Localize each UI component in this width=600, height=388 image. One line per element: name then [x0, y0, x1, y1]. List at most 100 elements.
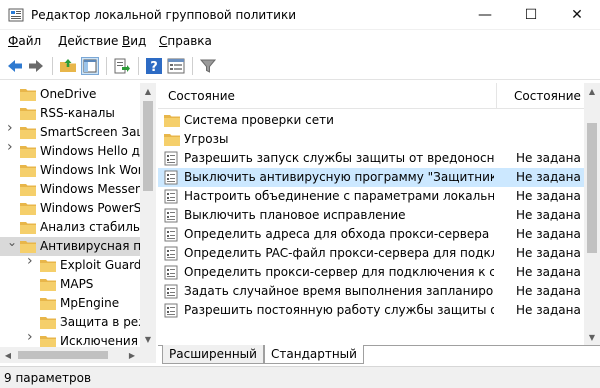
list-row[interactable]: Выключить антивирусную программу "Защитн…	[158, 168, 584, 187]
menu-file[interactable]: Файл	[8, 34, 41, 48]
tree-item-label: Windows PowerSh	[40, 201, 140, 215]
chevron-right-icon[interactable]: ›	[27, 256, 35, 268]
toolbar-separator	[52, 57, 53, 75]
list-row[interactable]: Разрешить постоянную работу службы защит…	[158, 301, 584, 320]
setting-name: Угрозы	[184, 132, 229, 146]
setting-state: Не задана	[516, 246, 581, 260]
scroll-down-arrow-icon[interactable]: ▼	[140, 331, 156, 347]
scroll-thumb[interactable]	[18, 351, 108, 359]
maximize-button[interactable]: ☐	[508, 0, 554, 30]
column-header-state[interactable]: Состояние	[514, 89, 581, 103]
scroll-thumb[interactable]	[587, 123, 597, 253]
column-header-name[interactable]: Состояние	[168, 89, 235, 103]
tree-pane[interactable]: OneDrive RSS-каналы › SmartScreen Защи › Wind…	[0, 83, 156, 363]
list-row[interactable]: Задать случайное время выполнения заплан…	[158, 282, 584, 301]
scroll-thumb[interactable]	[143, 101, 153, 191]
tree-item[interactable]: › SmartScreen Защи	[0, 123, 140, 142]
export-list-icon[interactable]	[113, 57, 131, 75]
minimize-icon: —	[478, 7, 492, 23]
chevron-right-icon[interactable]: ›	[7, 142, 15, 154]
list-row[interactable]: Система проверки сети	[158, 111, 584, 130]
maximize-icon: ☐	[524, 7, 538, 23]
toolbar-separator	[192, 57, 193, 75]
tree-item-label: Windows Messeng	[40, 182, 140, 196]
tree-horizontal-scrollbar[interactable]: ◀ ▶	[0, 347, 140, 363]
status-text: 9 параметров	[4, 371, 92, 385]
list-row[interactable]: Определить PAC-файл прокси-сервера для п…	[158, 244, 584, 263]
scroll-left-arrow-icon[interactable]: ◀	[0, 347, 16, 363]
scroll-up-arrow-icon[interactable]: ▲	[140, 83, 156, 99]
tree-item[interactable]: › Exploit Guard н	[0, 256, 140, 275]
list-vertical-scrollbar[interactable]: ▲ ▼	[584, 83, 600, 345]
tree-item[interactable]: Защита в реж	[0, 313, 140, 332]
setting-name: Определить прокси-сервер для подключения…	[184, 265, 494, 279]
list-row[interactable]: Определить адреса для обхода прокси-серв…	[158, 225, 584, 244]
help-icon[interactable]: ?	[145, 57, 163, 75]
tree-item[interactable]: › Windows Hello дл	[0, 142, 140, 161]
chevron-down-icon[interactable]: ⌄	[7, 237, 17, 248]
tree-item[interactable]: OneDrive	[0, 85, 140, 104]
setting-state: Не задана	[516, 303, 581, 317]
setting-name: Настроить объединение с параметрами лока…	[184, 189, 494, 203]
tree-item-label: Анализ стабильн	[40, 220, 140, 234]
policy-setting-icon	[164, 208, 178, 223]
tree-item[interactable]: Анализ стабильн	[0, 218, 140, 237]
back-arrow-icon[interactable]	[6, 57, 24, 75]
chevron-right-icon[interactable]: ›	[27, 332, 35, 344]
list-row[interactable]: Разрешить запуск службы защиты от вредон…	[158, 149, 584, 168]
chevron-right-icon[interactable]: ›	[7, 123, 15, 135]
scroll-down-arrow-icon[interactable]: ▼	[584, 329, 600, 345]
policy-setting-icon	[164, 227, 178, 242]
list-row[interactable]: Определить прокси-сервер для подключения…	[158, 263, 584, 282]
filter-icon[interactable]	[199, 57, 217, 75]
folder-icon	[20, 127, 36, 139]
list-row[interactable]: Настроить объединение с параметрами лока…	[158, 187, 584, 206]
setting-state: Не задана	[516, 189, 581, 203]
tree-item[interactable]: Windows Ink Worl	[0, 161, 140, 180]
policy-setting-icon	[164, 151, 178, 166]
setting-name: Выключить плановое исправление	[184, 208, 406, 222]
setting-state: Не задана	[516, 208, 581, 222]
list-header: Состояние Состояние	[158, 83, 584, 109]
properties-icon[interactable]	[167, 57, 185, 75]
tree-item[interactable]: Windows PowerSh	[0, 199, 140, 218]
folder-icon	[20, 89, 36, 101]
show-hide-tree-icon[interactable]	[81, 57, 99, 75]
tree-item[interactable]: Windows Messeng	[0, 180, 140, 199]
setting-state: Не задана	[516, 227, 581, 241]
toolbar-separator	[106, 57, 107, 75]
settings-list-pane[interactable]: Состояние Состояние Система проверки сет…	[158, 83, 600, 345]
policy-setting-icon	[164, 265, 178, 280]
menu-view[interactable]: Вид	[122, 34, 146, 48]
tree-item-label: Защита в реж	[60, 315, 140, 329]
scroll-right-arrow-icon[interactable]: ▶	[124, 347, 140, 363]
policy-setting-icon	[164, 189, 178, 204]
setting-name: Разрешить запуск службы защиты от вредон…	[184, 151, 494, 165]
tree-vertical-scrollbar[interactable]: ▲ ▼	[140, 83, 156, 363]
scroll-up-arrow-icon[interactable]: ▲	[584, 83, 600, 99]
minimize-button[interactable]: —	[462, 0, 508, 30]
close-button[interactable]: ✕	[554, 0, 600, 30]
list-row[interactable]: Угрозы	[158, 130, 584, 149]
tree-item[interactable]: MAPS	[0, 275, 140, 294]
group-policy-app-icon	[8, 8, 24, 22]
tree-item-label: OneDrive	[40, 87, 97, 101]
folder-icon	[40, 317, 56, 329]
menu-bar: Файл Действие Вид Справка	[0, 31, 600, 51]
tree-item[interactable]: MpEngine	[0, 294, 140, 313]
tree-item[interactable]: ⌄ Антивирусная пр	[0, 237, 140, 256]
forward-arrow-icon[interactable]	[27, 57, 45, 75]
title-bar: Редактор локальной групповой политики — …	[0, 0, 600, 30]
setting-state: Не задана	[516, 170, 581, 184]
up-folder-icon[interactable]	[59, 57, 77, 75]
tree-item-label: Windows Ink Worl	[40, 163, 140, 177]
menu-action[interactable]: Действие	[58, 34, 118, 48]
tab-standard[interactable]: Стандартный	[264, 345, 364, 364]
column-divider[interactable]	[496, 83, 497, 109]
list-row[interactable]: Выключить плановое исправление Не задана	[158, 206, 584, 225]
folder-icon	[20, 146, 36, 158]
menu-help[interactable]: Справка	[159, 34, 212, 48]
tree-item[interactable]: RSS-каналы	[0, 104, 140, 123]
tree-item-label: MpEngine	[60, 296, 120, 310]
tab-extended[interactable]: Расширенный	[162, 345, 264, 364]
